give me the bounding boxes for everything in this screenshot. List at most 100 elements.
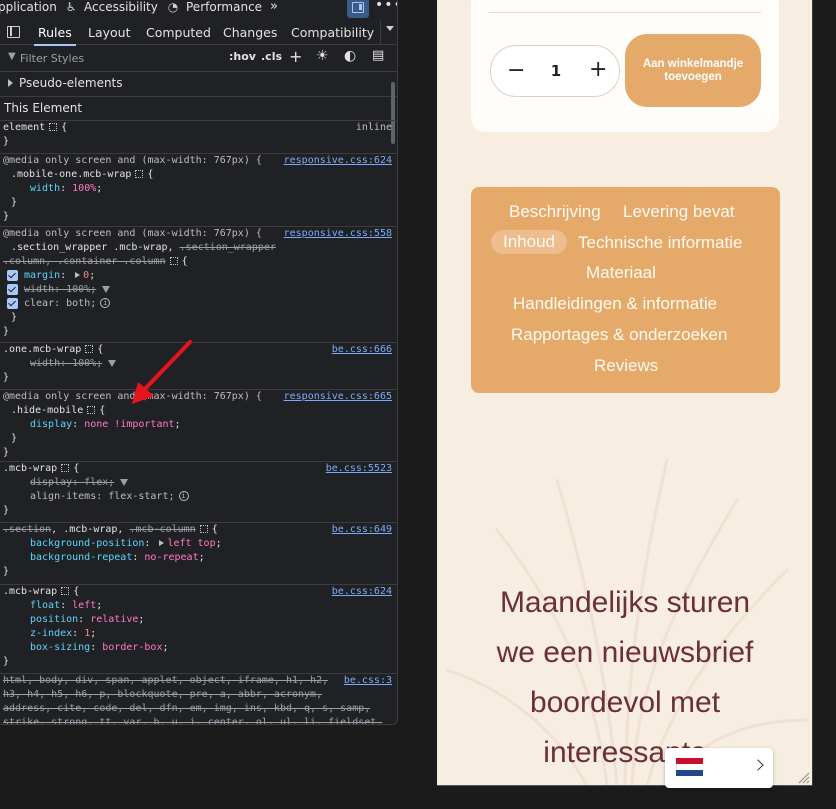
style-rule-mcb-wrap-float: .mcb-wrap{be.css:624 float: left; positi… [0,584,397,669]
devtools-top-tabs: pplication ♿ Accessibility ◔ Performance… [0,0,397,18]
property-value[interactable]: relative [90,614,138,625]
grid-icon [61,464,70,472]
grid-icon [61,587,70,595]
more-tabs-icon[interactable]: » [270,0,278,14]
rule-source-link[interactable]: be.css:649 [332,523,392,537]
filter-funnel-icon[interactable] [108,359,117,367]
rule-source-link[interactable]: be.css:666 [332,343,392,357]
toggle-sidebar-icon[interactable] [7,26,20,38]
decrease-quantity-button[interactable]: − [507,58,525,83]
tab-accessibility[interactable]: ♿ Accessibility [64,0,158,14]
filter-funnel-icon[interactable] [120,478,129,486]
divider [489,12,761,13]
property-name[interactable]: width [30,183,60,194]
property-checkbox[interactable] [7,269,18,281]
expand-shorthand-icon[interactable] [159,540,165,546]
property-name[interactable]: float [30,600,60,611]
property-value[interactable]: 1 [84,628,90,639]
style-rule-mobile-one: @media only screen and (max-width: 767px… [0,153,397,224]
new-rule-icon[interactable]: + [289,47,302,66]
tab-rapportages[interactable]: Rapportages & onderzoeken [511,325,727,345]
rule-selector-unmatched: .container .column [57,256,166,267]
style-rule-element: element {inline } [0,120,397,149]
filter-styles-input[interactable] [20,49,200,67]
resize-grip-icon[interactable] [798,772,810,784]
property-value[interactable]: border-box [102,642,162,653]
rule-source-link[interactable]: responsive.css:665 [284,390,392,404]
netherlands-flag-icon [676,758,703,776]
tab-compatibility[interactable]: Compatibility [291,25,374,40]
rule-close-brace: } [3,136,10,147]
property-name[interactable]: box-sizing [30,642,90,653]
inactive-declaration[interactable]: align-items: flex-start; [30,491,175,502]
reset-selector-line: h3, h4, h5, h6, p, blockquote, pre, a, a… [3,689,323,700]
property-name[interactable]: position [30,614,78,625]
rule-selector: .mcb-wrap [3,586,58,597]
tab-separator [380,20,381,45]
property-name[interactable]: background-position [30,538,144,549]
inactive-declaration[interactable]: clear: both; [24,298,96,309]
tab-computed[interactable]: Computed [146,25,211,40]
tab-rules[interactable]: Rules [34,25,76,46]
increase-quantity-button[interactable]: + [589,57,607,82]
expand-triangle-icon [8,79,13,87]
property-value[interactable]: left [72,600,96,611]
expand-shorthand-icon[interactable] [75,272,81,278]
property-checkbox[interactable] [7,283,18,295]
rule-selector-unmatched: .section_wrapper [179,242,276,253]
tab-technische-informatie[interactable]: Technische informatie [578,233,742,253]
overridden-declaration[interactable]: display: flex; [30,477,114,488]
rule-source-link[interactable]: responsive.css:558 [284,227,392,241]
pseudo-elements-row[interactable]: Pseudo-elements [0,71,397,94]
tab-materiaal[interactable]: Materiaal [586,263,656,283]
class-toggle-button[interactable]: .cls [261,50,282,63]
overridden-declaration[interactable]: width: 100%; [24,284,96,295]
tab-application[interactable]: pplication [0,0,57,14]
rule-source-link[interactable]: responsive.css:624 [284,154,392,168]
tab-performance[interactable]: ◔ Performance [166,0,262,14]
tab-reviews[interactable]: Reviews [594,356,658,376]
color-scheme-icon[interactable]: ◐ [344,48,356,64]
property-name[interactable]: background-repeat [30,552,132,563]
tab-inhoud[interactable]: Inhoud [491,230,567,254]
tab-levering-bevat[interactable]: Levering bevat [623,202,735,222]
tab-layout[interactable]: Layout [88,25,131,40]
newsletter-line: Maandelijks sturen [499,586,751,619]
tab-changes[interactable]: Changes [223,25,277,40]
rule-source-link[interactable]: be.css:5523 [326,462,392,476]
hover-state-button[interactable]: :hov [229,50,256,63]
property-value[interactable]: 0 [83,270,89,281]
language-switcher[interactable] [665,748,773,788]
property-value[interactable]: 100% [72,183,96,194]
property-value[interactable]: no-repeat [144,552,198,563]
rule-source-link[interactable]: be.css:624 [332,585,392,599]
rule-selector-unmatched: .column, [3,256,58,267]
media-query: @media only screen and (max-width: 767px… [3,228,262,239]
property-name[interactable]: z-index [30,628,72,639]
rule-selector: , .mcb-wrap, [51,524,130,535]
light-mode-icon[interactable]: ☀ [316,48,329,64]
dock-side-button[interactable] [347,0,369,18]
property-value[interactable]: left top [167,538,215,549]
info-icon[interactable]: i [100,298,111,308]
rule-selector-unmatched: .section [3,524,52,535]
property-name[interactable]: margin [24,270,60,281]
property-value[interactable]: none !important [84,419,174,430]
overridden-declaration[interactable]: width: 100%; [30,358,102,369]
info-icon[interactable]: i [178,491,189,501]
quantity-value[interactable]: 1 [549,62,563,80]
computed-sidebar-icon[interactable]: ▤ [372,48,384,63]
rule-source-link[interactable]: be.css:3 [344,674,392,688]
tab-handleidingen[interactable]: Handleidingen & informatie [513,294,717,314]
tabs-overflow-icon[interactable] [386,26,394,31]
rule-selector-unmatched: .mcb-column [129,524,196,535]
rule-selector: .section_wrapper .mcb-wrap, [11,242,180,253]
filter-icon: ▼ [8,51,16,62]
property-checkbox[interactable] [7,297,18,309]
pseudo-elements-label: Pseudo-elements [19,76,123,90]
more-options-icon[interactable]: ••• [375,0,397,13]
tab-beschrijving[interactable]: Beschrijving [509,202,601,222]
add-to-cart-button[interactable]: Aan winkelmandje toevoegen [625,34,761,107]
filter-funnel-icon[interactable] [102,285,111,293]
property-name[interactable]: display [30,419,72,430]
